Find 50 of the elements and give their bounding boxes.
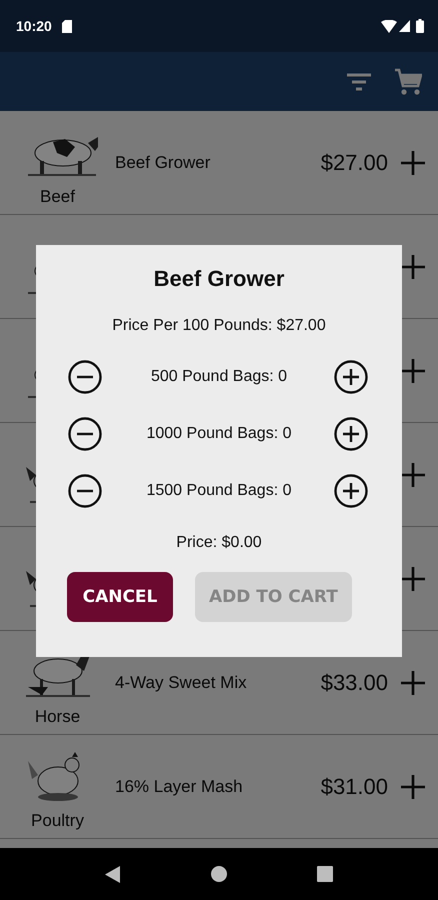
signal-icon: [399, 20, 410, 32]
plus-icon: [400, 670, 426, 696]
category-label: Horse: [34, 706, 80, 726]
filter-icon: [346, 72, 372, 90]
home-icon[interactable]: [211, 866, 227, 882]
product-price: $31.00: [320, 774, 388, 800]
battery-icon: [416, 19, 424, 33]
product-name: 16% Layer Mash: [115, 776, 244, 796]
decrease-button[interactable]: [68, 417, 104, 451]
add-button[interactable]: [400, 462, 426, 488]
plus-icon: [400, 774, 426, 800]
increase-button[interactable]: [334, 360, 370, 394]
minus-circle-icon: [68, 360, 102, 394]
minus-circle-icon: [68, 417, 102, 451]
plus-icon: [400, 566, 426, 592]
quantity-label: 1000 Pound Bags: 0: [145, 425, 292, 443]
product-name: Beef Grower: [115, 152, 212, 172]
plus-icon: [400, 358, 426, 384]
plus-circle-icon: [334, 417, 368, 451]
product-price: $27.00: [320, 150, 388, 176]
decrease-button[interactable]: [68, 360, 104, 394]
quantity-label: 500 Pound Bags: 0: [150, 368, 288, 386]
add-button[interactable]: [400, 254, 426, 280]
product-price: $33.00: [320, 670, 388, 696]
plus-circle-icon: [334, 360, 368, 394]
add-button[interactable]: [400, 358, 426, 384]
minus-circle-icon: [68, 474, 102, 508]
plus-icon: [400, 254, 426, 280]
cart-icon: [394, 68, 422, 96]
plus-icon: [400, 462, 426, 488]
add-button[interactable]: [400, 566, 426, 592]
cart-button[interactable]: [394, 68, 422, 96]
back-icon[interactable]: [105, 866, 121, 882]
increase-button[interactable]: [334, 417, 370, 451]
plus-circle-icon: [334, 474, 368, 508]
unit-price-text: Price Per 100 Pounds: $27.00: [111, 316, 327, 336]
filter-button[interactable]: [346, 72, 372, 90]
quantity-label: 1500 Pound Bags: 0: [145, 482, 292, 500]
product-name: 4-Way Sweet Mix: [115, 672, 248, 692]
cancel-button[interactable]: CANCEL: [67, 572, 173, 622]
wifi-icon: [381, 20, 397, 32]
decrease-button[interactable]: [68, 474, 104, 508]
category-label: Beef: [40, 186, 75, 206]
status-time: 10:20: [16, 18, 52, 34]
dialog-title: Beef Grower: [152, 265, 286, 293]
plus-icon: [400, 150, 426, 176]
category-label: Poultry: [31, 810, 84, 830]
total-price-text: Price: $0.00: [175, 533, 263, 553]
increase-button[interactable]: [334, 474, 370, 508]
sd-card-icon: [62, 20, 72, 32]
